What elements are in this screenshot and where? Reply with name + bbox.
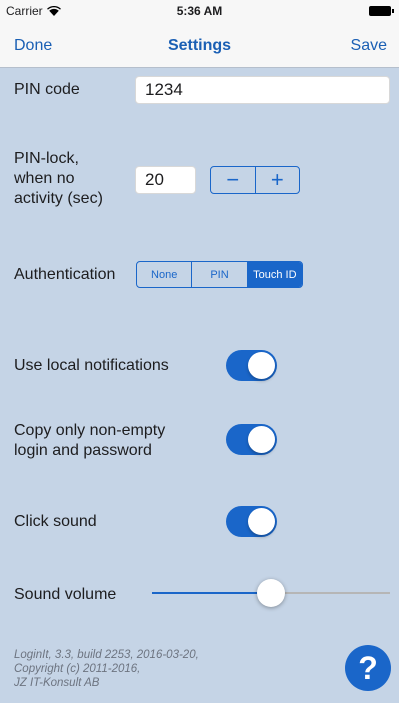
segment-touch-id[interactable]: Touch ID [246, 262, 302, 287]
status-time: 5:36 AM [176, 4, 223, 18]
toggle-knob [248, 352, 275, 379]
authentication-segmented-control: None PIN Touch ID [136, 261, 303, 288]
footer-copyright: LoginIt, 3.3, build 2253, 2016-03-20, Co… [14, 648, 199, 690]
nav-bar: Done Settings Save [0, 22, 399, 68]
footer-line3: JZ IT-Konsult AB [14, 677, 100, 689]
pin-lock-input[interactable]: 20 [135, 166, 196, 194]
pin-lock-label-line3: activity (sec) [14, 190, 103, 207]
pin-lock-label: PIN-lock, when no activity (sec) [14, 149, 103, 209]
decrement-button[interactable]: − [211, 167, 255, 193]
pin-lock-stepper: − + [210, 166, 300, 194]
save-button[interactable]: Save [351, 37, 387, 55]
increment-button[interactable]: + [256, 167, 300, 193]
copy-non-empty-label-line1: Copy only non-empty [14, 422, 166, 439]
page-title: Settings [167, 37, 232, 54]
status-bar: Carrier 5:36 AM [0, 0, 399, 22]
segment-none[interactable]: None [137, 262, 191, 287]
pin-lock-label-line2: when no [14, 170, 75, 187]
footer-line2: Copyright (c) 2011-2016, [14, 663, 141, 675]
sound-volume-slider[interactable] [152, 578, 390, 608]
copy-non-empty-label-line2: login and password [14, 442, 152, 459]
toggle-knob [248, 426, 275, 453]
toggle-knob [248, 508, 275, 535]
click-sound-label: Click sound [14, 513, 97, 530]
battery-icon [369, 6, 394, 16]
pin-lock-label-line1: PIN-lock, [14, 150, 79, 167]
local-notifications-toggle[interactable] [226, 350, 277, 381]
slider-thumb[interactable] [257, 579, 285, 607]
click-sound-toggle[interactable] [226, 506, 277, 537]
slider-track-filled [152, 592, 271, 594]
segment-pin[interactable]: PIN [191, 262, 246, 287]
pin-code-input[interactable]: 1234 [135, 76, 390, 104]
copy-non-empty-label: Copy only non-empty login and password [14, 421, 165, 461]
sound-volume-label: Sound volume [14, 586, 117, 603]
footer-line1: LoginIt, 3.3, build 2253, 2016-03-20, [14, 649, 199, 661]
pin-code-label: PIN code [14, 81, 80, 98]
local-notifications-label: Use local notifications [14, 357, 169, 374]
authentication-label: Authentication [14, 266, 116, 283]
slider-track-empty [271, 592, 390, 594]
help-button[interactable]: ? [345, 645, 391, 691]
copy-non-empty-toggle[interactable] [226, 424, 277, 455]
